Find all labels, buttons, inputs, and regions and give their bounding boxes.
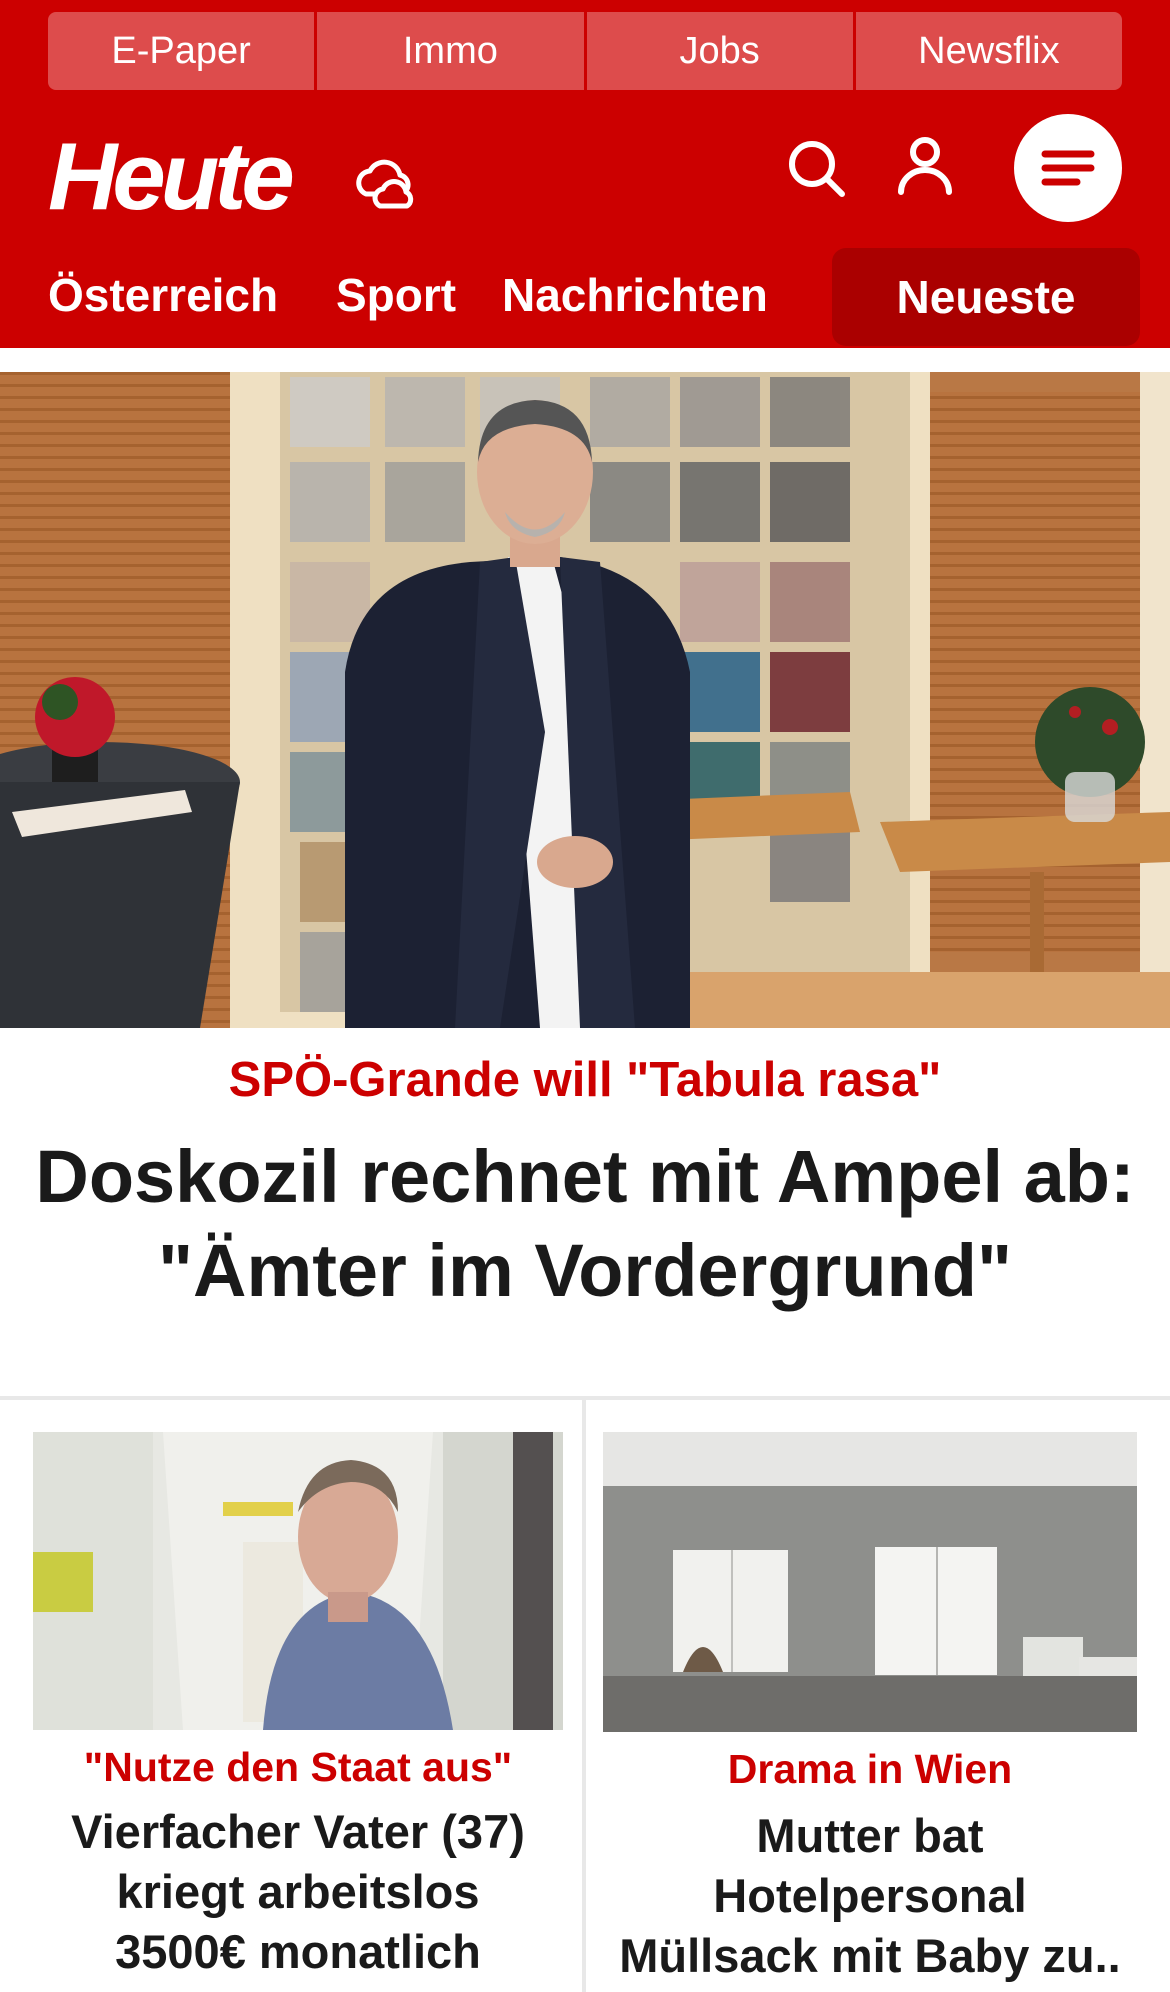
hero-headline-line: "Ämter im Vordergrund" <box>157 1229 1013 1312</box>
article-image[interactable] <box>33 1432 563 1730</box>
section-oesterreich[interactable]: Österreich <box>48 268 278 322</box>
article-title-line: 3500€ monatlich <box>115 1925 481 1978</box>
topnav-immo[interactable]: Immo <box>317 12 584 90</box>
topnav-jobs[interactable]: Jobs <box>586 12 853 90</box>
hero-kicker[interactable]: SPÖ-Grande will "Tabula rasa" <box>0 1052 1170 1108</box>
section-neueste[interactable]: Neueste <box>832 248 1140 346</box>
brand-row: Heute <box>0 100 1170 246</box>
topnav-epaper[interactable]: E-Paper <box>48 12 315 90</box>
site-header: E-Paper Immo Jobs Newsflix Heute <box>0 0 1170 246</box>
cloud-sun-icon[interactable] <box>346 150 422 212</box>
article-title-line: kriegt arbeitslos <box>116 1865 480 1918</box>
article-title[interactable]: Mutter bat Hotelpersonal Müllsack mit Ba… <box>603 1806 1137 1986</box>
hero-headline-line: Doskozil rechnet mit Ampel ab: <box>35 1135 1135 1218</box>
heute-logo[interactable]: Heute <box>48 122 295 232</box>
article-kicker[interactable]: "Nutze den Staat aus" <box>33 1744 563 1791</box>
article-title-line: Mutter bat <box>756 1809 984 1862</box>
article-title-line: Müllsack mit Baby zu.. <box>619 1929 1121 1982</box>
section-nachrichten[interactable]: Nachrichten <box>502 268 768 322</box>
top-nav: E-Paper Immo Jobs Newsflix <box>48 12 1122 90</box>
article-title-line: Hotelpersonal <box>713 1869 1027 1922</box>
article-title-line: Vierfacher Vater (37) <box>71 1805 525 1858</box>
search-icon[interactable] <box>786 138 848 200</box>
article-title[interactable]: Vierfacher Vater (37) kriegt arbeitslos … <box>33 1802 563 1982</box>
hero-image[interactable] <box>0 372 1170 1028</box>
user-icon[interactable] <box>894 134 956 196</box>
divider <box>582 1400 586 1992</box>
menu-icon <box>1041 150 1095 186</box>
article-image[interactable] <box>603 1432 1137 1732</box>
article-kicker[interactable]: Drama in Wien <box>603 1746 1137 1793</box>
hero-headline[interactable]: Doskozil rechnet mit Ampel ab: "Ämter im… <box>0 1130 1170 1318</box>
topnav-newsflix[interactable]: Newsflix <box>855 12 1122 90</box>
section-sport[interactable]: Sport <box>336 268 456 322</box>
menu-button[interactable] <box>1014 114 1122 222</box>
